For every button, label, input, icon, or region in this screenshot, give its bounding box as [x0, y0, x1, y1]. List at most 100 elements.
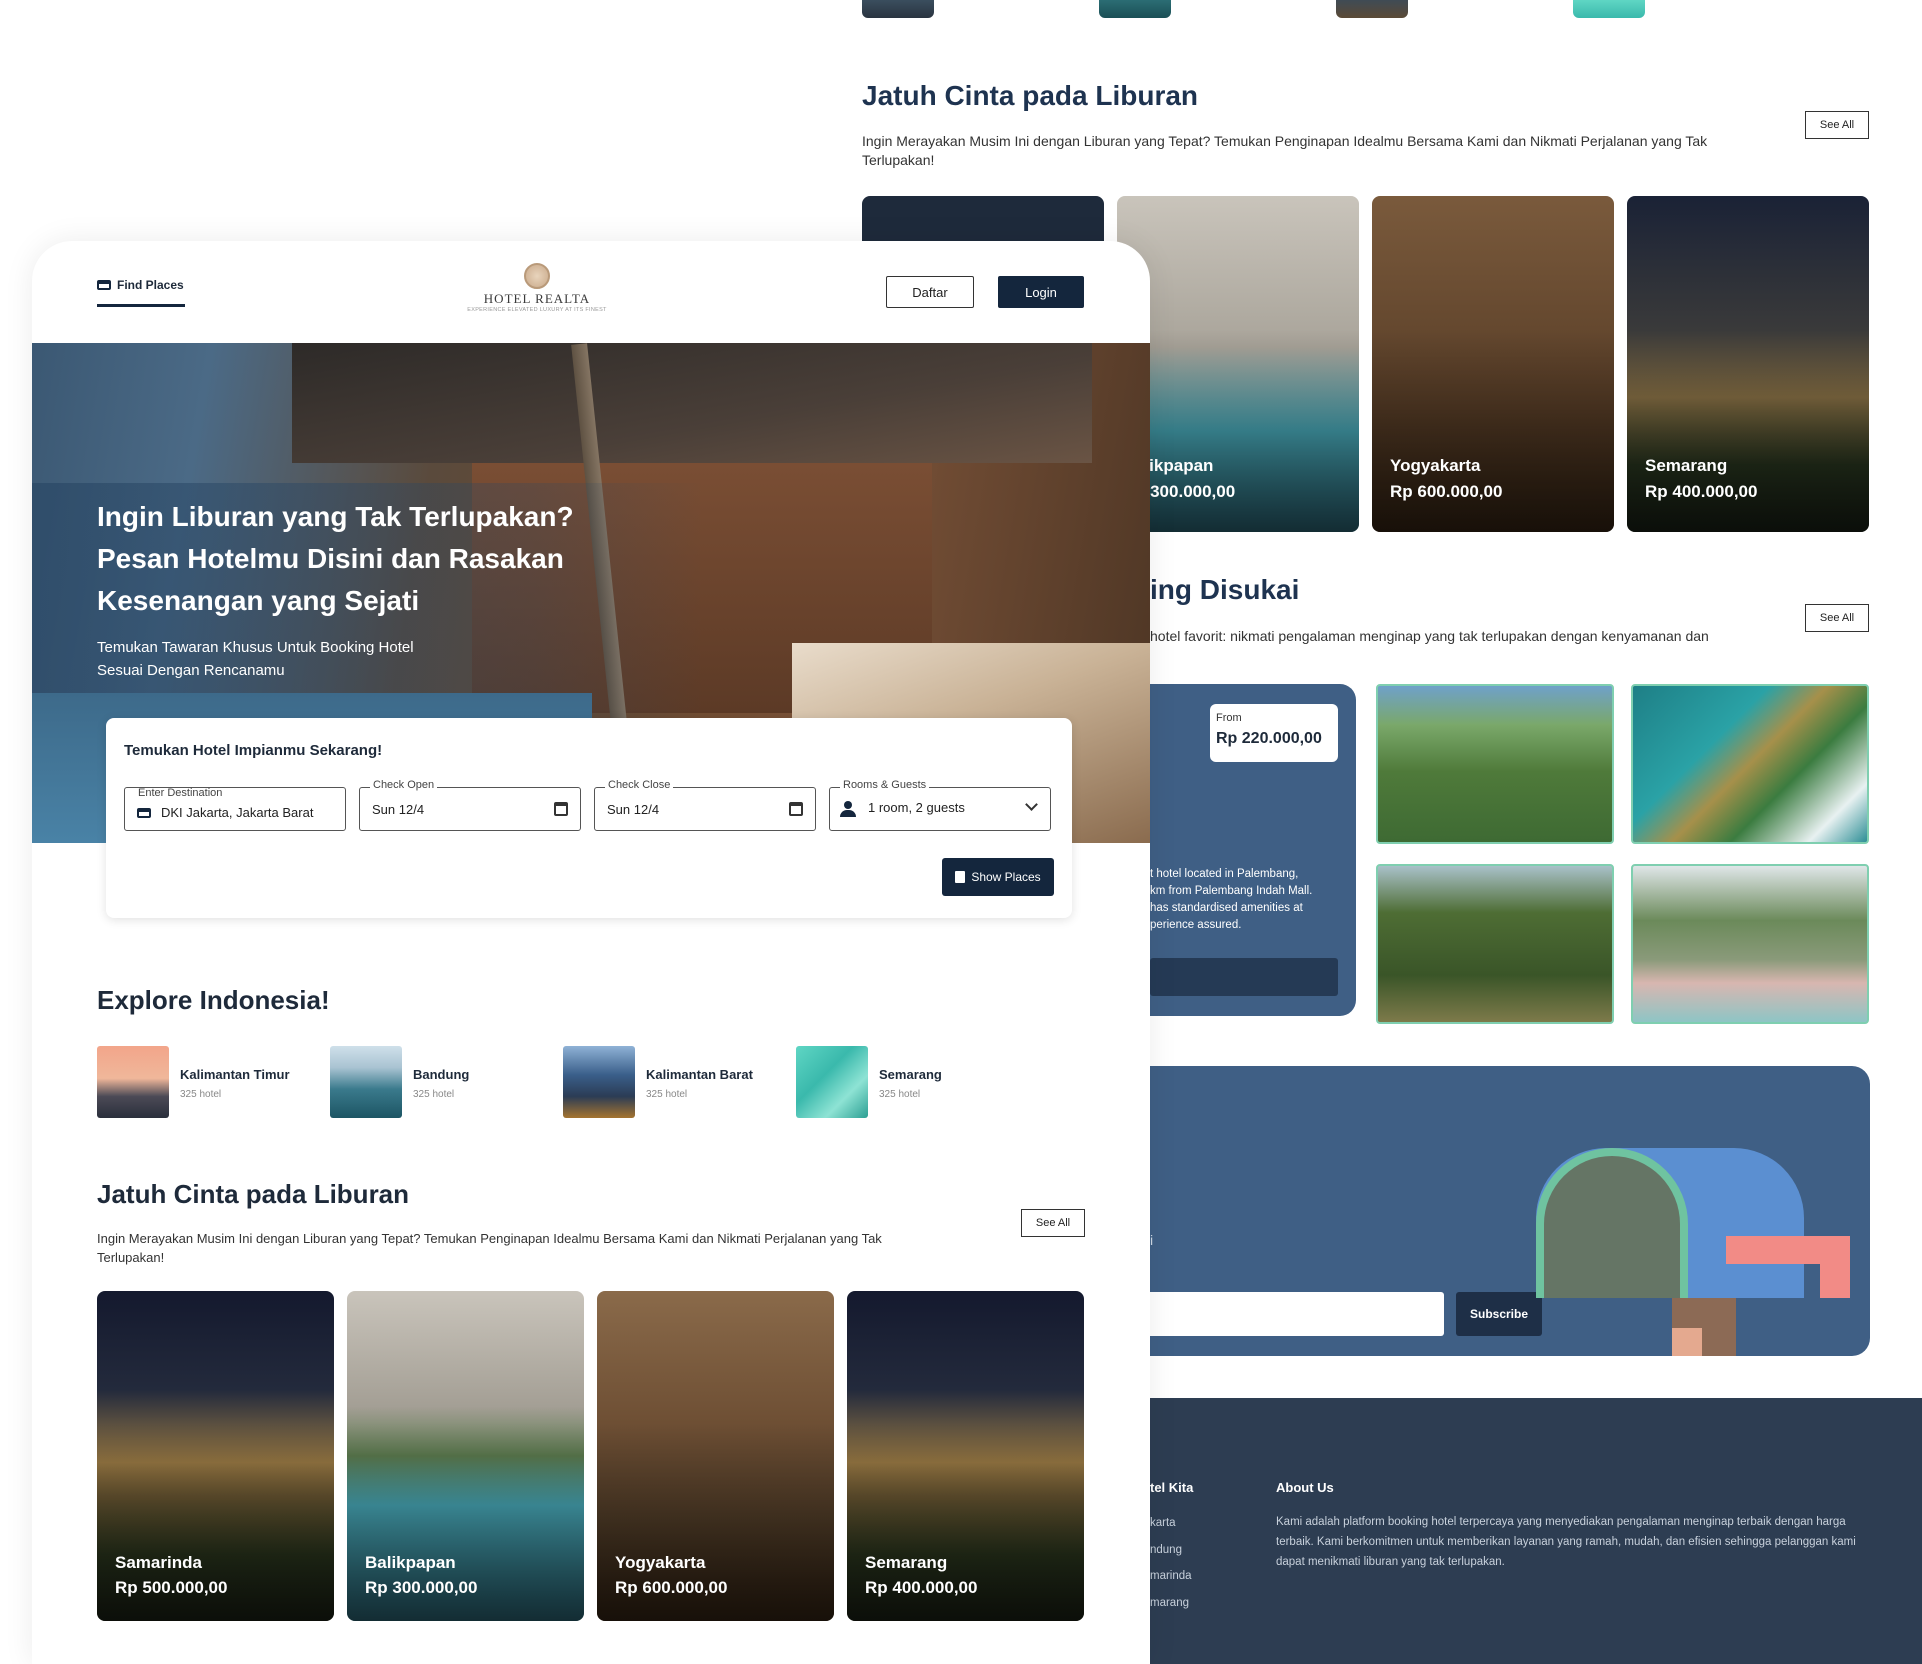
hotel-card[interactable]: Balikpapan Rp 300.000,00	[347, 1291, 584, 1621]
hotel-description: t hotel located in Palembang, km from Pa…	[1150, 866, 1312, 934]
check-close-field[interactable]: Check Close Sun 12/4	[594, 779, 816, 831]
bed-icon	[137, 807, 151, 818]
explore-count: 325 hotel	[879, 1089, 921, 1100]
from-label: From	[1216, 712, 1242, 724]
section-title: ing Disukai	[1150, 574, 1300, 605]
explore-thumb	[563, 1046, 635, 1118]
desc-line: has standardised amenities at	[1150, 902, 1303, 914]
check-open-value: Sun 12/4	[372, 802, 425, 817]
hotel-price: p 300.000,00	[1135, 482, 1236, 501]
see-all-button[interactable]: See All	[1805, 604, 1869, 632]
hero-headline-line: Kesenangan yang Sejati	[97, 585, 420, 616]
hotel-card[interactable]: Yogyakarta Rp 600.000,00	[1372, 196, 1614, 532]
rooms-guests-label: Rooms & Guests	[840, 779, 930, 791]
hotel-price: Rp 600.000,00	[615, 1578, 728, 1597]
mailbox-flag-pole	[1820, 1236, 1850, 1298]
photo-forest[interactable]	[1376, 864, 1614, 1024]
hotel-price: Rp 300.000,00	[365, 1578, 478, 1597]
love-description: Ingin Merayakan Musim Ini dengan Liburan…	[97, 1229, 882, 1267]
hotel-card[interactable]: Samarinda Rp 500.000,00	[97, 1291, 334, 1621]
search-title: Temukan Hotel Impianmu Sekarang!	[124, 742, 383, 759]
hotel-price: Rp 500.000,00	[115, 1578, 228, 1597]
hotel-card[interactable]: alikpapan p 300.000,00	[1117, 196, 1359, 532]
check-close-label: Check Close	[605, 779, 674, 791]
explore-name: Bandung	[413, 1067, 470, 1082]
hero-headline: Ingin Liburan yang Tak Terlupakan? Pesan…	[97, 496, 574, 622]
search-panel: Temukan Hotel Impianmu Sekarang! Enter D…	[106, 718, 1072, 918]
explore-count: 325 hotel	[646, 1089, 688, 1100]
hero-subtitle-line: Temukan Tawaran Khusus Untuk Booking Hot…	[97, 639, 414, 656]
footer-link[interactable]: marang	[1150, 1590, 1192, 1617]
photo-coast[interactable]	[1631, 684, 1869, 844]
check-open-field[interactable]: Check Open Sun 12/4	[359, 779, 581, 831]
about-title: About Us	[1276, 1480, 1334, 1495]
explore-thumb	[330, 1046, 402, 1118]
thumb-image	[1573, 0, 1645, 18]
footer-col-title: tel Kita	[1150, 1480, 1194, 1495]
main-page: Find Places HOTEL REALTA EXPERIENCE ELEV…	[32, 241, 1150, 1664]
find-places-label: Find Places	[117, 278, 184, 292]
subscribe-button[interactable]: Subscribe	[1456, 1292, 1542, 1336]
calendar-icon[interactable]	[789, 802, 803, 816]
hero-headline-line: Ingin Liburan yang Tak Terlupakan?	[97, 501, 574, 532]
desc-line: t hotel located in Palembang,	[1150, 868, 1299, 880]
hotel-price: Rp 400.000,00	[865, 1578, 978, 1597]
footer-link[interactable]: marinda	[1150, 1563, 1192, 1590]
hero-subtitle-line: Sesuai Dengan Rencanamu	[97, 662, 285, 679]
love-desc-line: Ingin Merayakan Musim Ini dengan Liburan…	[97, 1231, 882, 1246]
love-title: Jatuh Cinta pada Liburan	[97, 1179, 410, 1209]
chevron-down-icon[interactable]	[1025, 798, 1038, 811]
login-button[interactable]: Login	[998, 276, 1084, 308]
hotel-name: Yogyakarta	[1390, 456, 1481, 475]
rooms-guests-value: 1 room, 2 guests	[868, 800, 965, 815]
footer-link[interactable]: karta	[1150, 1510, 1192, 1537]
show-places-button[interactable]: Show Places	[942, 858, 1054, 896]
see-all-button[interactable]: See All	[1021, 1209, 1085, 1237]
photo-hills[interactable]	[1376, 684, 1614, 844]
email-input[interactable]	[1130, 1292, 1444, 1336]
photo-palms[interactable]	[1631, 864, 1869, 1024]
destination-value: DKI Jakarta, Jakarta Barat	[161, 805, 314, 820]
destination-value-row: DKI Jakarta, Jakarta Barat	[137, 805, 313, 820]
find-places-tab[interactable]: Find Places	[97, 278, 184, 292]
explore-name: Kalimantan Timur	[180, 1067, 290, 1082]
love-desc-line: Terlupakan!	[97, 1250, 165, 1265]
logo-name: HOTEL REALTA	[483, 291, 591, 306]
section-description: Ingin Merayakan Musim Ini dengan Liburan…	[862, 133, 1708, 168]
building-icon	[955, 871, 966, 883]
thumb-image	[1336, 0, 1408, 18]
see-all-button[interactable]: See All	[1805, 111, 1869, 139]
footer-city-list: karta ndung marinda marang	[1150, 1510, 1192, 1616]
explore-count: 325 hotel	[180, 1089, 222, 1100]
section-description: hotel favorit: nikmati pengalaman mengin…	[1150, 628, 1709, 644]
section-title: Jatuh Cinta pada Liburan	[862, 80, 1199, 111]
hotel-price: Rp 600.000,00	[1390, 482, 1503, 501]
featured-hotel-card[interactable]: From Rp 220.000,00 t hotel located in Pa…	[1120, 684, 1356, 1016]
rooms-guests-select[interactable]: Rooms & Guests 1 room, 2 guests	[829, 779, 1051, 831]
daftar-button[interactable]: Daftar	[886, 276, 974, 308]
hotel-name: Yogyakarta	[615, 1553, 706, 1572]
book-button[interactable]	[1150, 958, 1338, 996]
logo-emblem-icon	[524, 263, 550, 289]
newsletter-banner: i Subscribe	[1130, 1066, 1870, 1356]
explore-thumb	[97, 1046, 169, 1118]
hotel-card[interactable]: Semarang Rp 400.000,00	[1627, 196, 1869, 532]
check-open-label: Check Open	[370, 779, 438, 791]
explore-name: Semarang	[879, 1067, 942, 1082]
destination-field[interactable]: Enter Destination DKI Jakarta, Jakarta B…	[124, 787, 346, 831]
logo[interactable]: HOTEL REALTA EXPERIENCE ELEVATED LUXURY …	[442, 263, 632, 313]
footer-link[interactable]: ndung	[1150, 1537, 1192, 1564]
calendar-icon[interactable]	[554, 802, 568, 816]
hotel-name: Samarinda	[115, 1553, 202, 1572]
mailbox-post-shade	[1672, 1328, 1702, 1356]
explore-thumb	[796, 1046, 868, 1118]
hotel-name: Semarang	[865, 1553, 948, 1572]
price-tag: From Rp 220.000,00	[1210, 704, 1338, 762]
thumb-image	[862, 0, 934, 18]
check-close-value: Sun 12/4	[607, 802, 660, 817]
hotel-card[interactable]: Yogyakarta Rp 600.000,00	[597, 1291, 834, 1621]
hotel-card[interactable]: Semarang Rp 400.000,00	[847, 1291, 1084, 1621]
show-places-label: Show Places	[971, 870, 1041, 884]
hotel-name: Balikpapan	[365, 1553, 456, 1572]
about-text: Kami adalah platform booking hotel terpe…	[1276, 1516, 1856, 1568]
